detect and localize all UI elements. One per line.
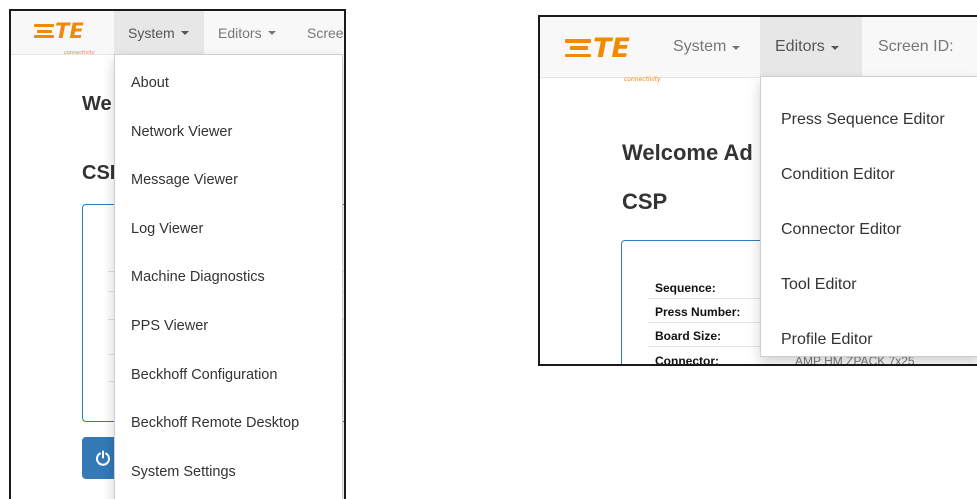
editors-menu-screenshot: TE connectivity System Editors Screen ID…	[538, 15, 977, 366]
te-connectivity-logo[interactable]: TE connectivity	[565, 33, 661, 83]
logo-text: TE	[55, 19, 84, 43]
info-label-board-size: Board Size:	[655, 329, 722, 343]
navbar: TE connectivity System Editors Screen ID…	[540, 17, 977, 83]
menu-item-message-viewer[interactable]: Message Viewer	[115, 172, 342, 188]
power-icon	[96, 450, 110, 466]
nav-editors-label: Editors	[775, 38, 825, 55]
nav-editors-dropdown[interactable]: Editors	[760, 17, 862, 77]
menu-item-network-viewer[interactable]: Network Viewer	[115, 124, 342, 140]
menu-item-machine-diagnostics[interactable]: Machine Diagnostics	[115, 269, 342, 285]
menu-item-connector-editor[interactable]: Connector Editor	[761, 221, 977, 239]
caret-down-icon	[830, 45, 839, 50]
editors-dropdown-menu: Press Sequence Editor Condition Editor C…	[760, 76, 977, 357]
nav-system-dropdown[interactable]: System	[658, 17, 760, 77]
te-logo-bars-icon	[565, 39, 591, 57]
system-dropdown-menu: About Network Viewer Message Viewer Log …	[114, 54, 343, 499]
menu-item-log-viewer[interactable]: Log Viewer	[115, 221, 342, 237]
nav-screen-label: Screen ID:	[878, 38, 954, 55]
menu-item-pps-viewer[interactable]: PPS Viewer	[115, 318, 342, 334]
logo-subtext: connectivity	[64, 50, 95, 56]
info-label-connector: Connector:	[655, 354, 719, 366]
menu-item-about[interactable]: About	[115, 75, 342, 91]
menu-item-system-settings[interactable]: System Settings	[115, 464, 342, 480]
csp-heading: CSP	[622, 189, 668, 214]
nav-screen-label: Scree	[307, 24, 344, 41]
menu-item-beckhoff-remote-desktop[interactable]: Beckhoff Remote Desktop	[115, 415, 342, 431]
caret-down-icon	[732, 45, 741, 50]
nav-screen-id[interactable]: Screen ID:	[862, 17, 977, 77]
te-logo-bars-icon	[34, 24, 54, 38]
system-menu-screenshot: TE connectivity System Editors Scree We …	[9, 9, 346, 499]
menu-item-profile-editor[interactable]: Profile Editor	[761, 331, 977, 349]
welcome-heading: We	[82, 93, 112, 115]
nav-editors-dropdown[interactable]: Editors	[204, 11, 296, 54]
nav-system-dropdown[interactable]: System	[114, 11, 204, 54]
info-label-sequence: Sequence:	[655, 281, 716, 295]
menu-item-tool-editor[interactable]: Tool Editor	[761, 276, 977, 294]
nav-system-label: System	[128, 24, 175, 41]
info-label-press-number: Press Number:	[655, 305, 741, 319]
menu-item-beckhoff-configuration[interactable]: Beckhoff Configuration	[115, 367, 342, 383]
nav-screen-id[interactable]: Scree	[296, 11, 344, 54]
nav-system-label: System	[673, 38, 727, 55]
caret-down-icon	[267, 31, 276, 35]
menu-item-condition-editor[interactable]: Condition Editor	[761, 166, 977, 184]
menu-item-press-sequence-editor[interactable]: Press Sequence Editor	[761, 111, 977, 129]
te-connectivity-logo[interactable]: TE connectivity	[34, 19, 95, 56]
nav-editors-label: Editors	[218, 24, 262, 41]
caret-down-icon	[180, 31, 189, 35]
logo-text: TE	[593, 33, 630, 64]
navbar: TE connectivity System Editors Scree	[11, 11, 344, 56]
logo-subtext: connectivity	[624, 76, 661, 83]
welcome-heading: Welcome Ad	[622, 140, 753, 165]
